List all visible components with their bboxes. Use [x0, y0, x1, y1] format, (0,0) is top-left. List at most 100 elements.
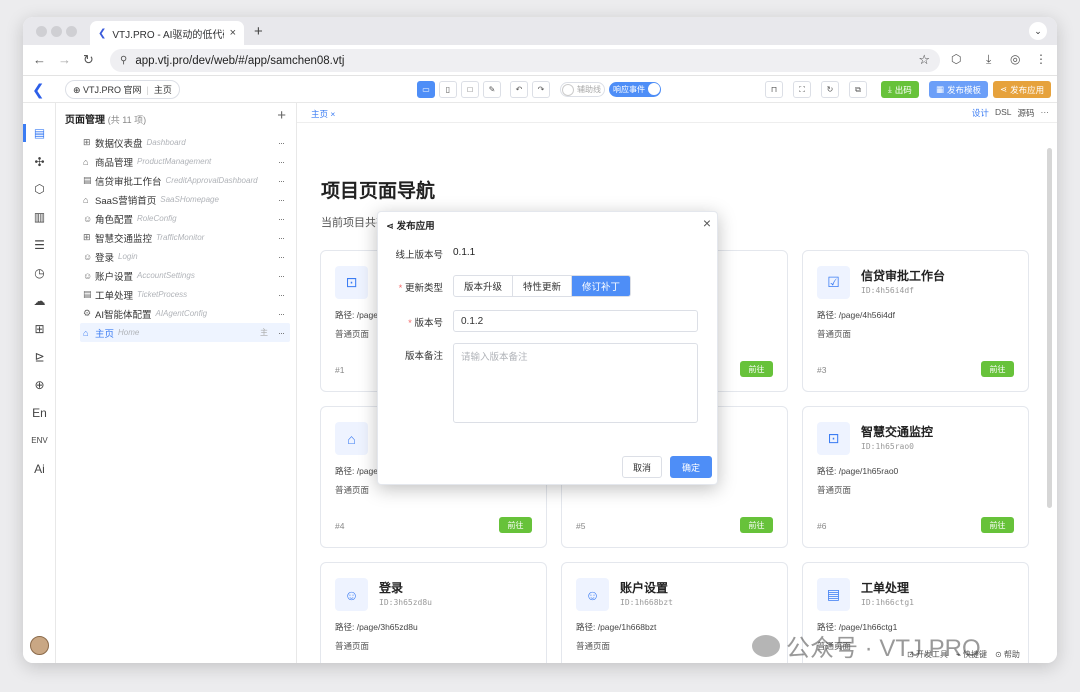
- go-button[interactable]: 前往: [981, 361, 1014, 377]
- close-window-dot[interactable]: [36, 26, 47, 37]
- tablet-view-icon[interactable]: □: [461, 81, 479, 98]
- cancel-button[interactable]: 取消: [622, 456, 662, 478]
- assist-lines-toggle[interactable]: 辅助线: [560, 82, 605, 97]
- page-card[interactable]: ☺ 登录 ID:3h65zd8u 路径: /page/3h65zd8u 普通页面: [320, 562, 547, 663]
- home-icon: ⌂: [83, 327, 89, 338]
- i18n-icon[interactable]: En: [31, 404, 48, 421]
- tab-home[interactable]: 主页 ×: [311, 108, 335, 120]
- add-page-icon[interactable]: +: [277, 107, 286, 124]
- browser-menu-icon[interactable]: ⋮: [1035, 52, 1047, 66]
- export-code-button[interactable]: ⤓ 出码: [881, 81, 919, 98]
- mobile-view-icon[interactable]: ▯: [439, 81, 457, 98]
- minimize-window-dot[interactable]: [51, 26, 62, 37]
- download-icon[interactable]: ⤓: [986, 52, 991, 67]
- app-logo-icon[interactable]: ❮: [32, 81, 45, 99]
- bookmark-star-icon[interactable]: ☆: [918, 52, 930, 68]
- mode-design[interactable]: 设计: [972, 107, 989, 119]
- refresh-icon[interactable]: ↻: [821, 81, 839, 98]
- env-icon[interactable]: ENV: [31, 432, 48, 449]
- zoom-window-dot[interactable]: [66, 26, 77, 37]
- publish-app-button[interactable]: ⋖ 发布应用: [993, 81, 1052, 98]
- more-actions-icon[interactable]: ···: [278, 176, 285, 186]
- more-actions-icon[interactable]: ···: [278, 290, 285, 300]
- tab-close-icon[interactable]: ×: [230, 27, 236, 39]
- layout-icon[interactable]: ▥: [31, 208, 48, 225]
- more-actions-icon[interactable]: ···: [278, 157, 285, 167]
- version-input[interactable]: 0.1.2: [453, 310, 698, 332]
- fullscreen-icon[interactable]: ⛶: [793, 81, 811, 98]
- list-icon[interactable]: ☰: [31, 236, 48, 253]
- pen-icon[interactable]: ✎: [483, 81, 501, 98]
- more-actions-icon[interactable]: ···: [278, 214, 285, 224]
- grid-icon[interactable]: ⊞: [31, 320, 48, 337]
- more-actions-icon[interactable]: ···: [278, 328, 285, 338]
- page-card[interactable]: ⊡ 智慧交通监控 ID:1h65rao0 路径: /page/1h65rao0 普通页面…: [802, 406, 1029, 548]
- page-tree-item[interactable]: ☺ 登录 Login ···: [80, 247, 290, 266]
- page-tree-item[interactable]: ⌂ SaaS营销首页 SaaSHomepage ···: [80, 190, 290, 209]
- browser-tab[interactable]: ❮ VTJ.PRO - AI驱动的低代码开发 ×: [90, 21, 244, 45]
- page-tree: ⊞ 数据仪表盘 Dashboard ··· ⌂ 商品管理 ProductManagement…: [80, 133, 290, 342]
- page-tree-item[interactable]: ⊞ 数据仪表盘 Dashboard ···: [80, 133, 290, 152]
- official-site-link[interactable]: ⊕ VTJ.PRO 官网: [73, 83, 142, 96]
- go-button[interactable]: 前往: [499, 517, 532, 533]
- redo-icon[interactable]: ↷: [532, 81, 550, 98]
- go-button[interactable]: 前往: [740, 517, 773, 533]
- forward-arrow-icon[interactable]: →: [58, 52, 71, 67]
- puzzle-icon[interactable]: ✣: [31, 153, 48, 170]
- go-button[interactable]: 前往: [740, 361, 773, 377]
- type-feature-option[interactable]: 特性更新: [513, 276, 573, 296]
- page-tree-item[interactable]: ⚙ AI智能体配置 AIAgentConfig ···: [80, 304, 290, 323]
- lock-icon[interactable]: ⊓: [765, 81, 783, 98]
- page-tree-item[interactable]: ⊞ 智慧交通监控 TrafficMonitor ···: [80, 228, 290, 247]
- tab-search-chevron-icon[interactable]: ⌄: [1029, 22, 1047, 40]
- page-tree-item[interactable]: ☺ 角色配置 RoleConfig ···: [80, 209, 290, 228]
- site-info-icon[interactable]: ⚲: [120, 55, 127, 66]
- back-arrow-icon[interactable]: ←: [33, 52, 46, 67]
- cloud-icon[interactable]: ☁: [31, 292, 48, 309]
- page-tree-item[interactable]: ☺ 账户设置 AccountSettings ···: [80, 266, 290, 285]
- canvas-scrollbar[interactable]: [1047, 148, 1052, 508]
- pages-icon[interactable]: ▤: [31, 124, 48, 141]
- mode-dsl[interactable]: DSL: [995, 107, 1012, 119]
- publish-template-button[interactable]: ▦ 发布模板: [929, 81, 989, 98]
- extensions-icon[interactable]: ⬡: [951, 52, 961, 66]
- type-patch-option[interactable]: 修订补丁: [572, 276, 631, 296]
- go-button[interactable]: 前往: [981, 517, 1014, 533]
- more-options-icon[interactable]: ···: [1041, 107, 1050, 119]
- more-actions-icon[interactable]: ···: [278, 252, 285, 262]
- page-tree-item[interactable]: ▤ 信贷审批工作台 CreditApprovalDashboard ···: [80, 171, 290, 190]
- page-tree-item[interactable]: ▤ 工单处理 TicketProcess ···: [80, 285, 290, 304]
- mode-source[interactable]: 源码: [1017, 107, 1034, 119]
- type-major-option[interactable]: 版本升级: [454, 276, 514, 296]
- more-actions-icon[interactable]: ···: [278, 138, 285, 148]
- more-actions-icon[interactable]: ···: [278, 233, 285, 243]
- edit-box-icon[interactable]: ⊵: [31, 348, 48, 365]
- globe-icon[interactable]: ⊕: [31, 376, 48, 393]
- help-link[interactable]: ⊙ 帮助: [995, 649, 1020, 660]
- page-tree-item[interactable]: ⌂ 商品管理 ProductManagement ···: [80, 152, 290, 171]
- avatar[interactable]: [30, 636, 49, 655]
- home-link[interactable]: 主页: [154, 83, 172, 96]
- url-field[interactable]: ⚲ app.vtj.pro/dev/web/#/app/samchen08.vt…: [110, 49, 940, 72]
- response-events-toggle[interactable]: 响应事件: [609, 82, 661, 97]
- desktop-view-icon[interactable]: ▭: [417, 81, 435, 98]
- more-actions-icon[interactable]: ···: [278, 195, 285, 205]
- confirm-button[interactable]: 确定: [670, 456, 712, 478]
- ai-icon[interactable]: Ai: [31, 460, 48, 477]
- page-card[interactable]: ☑ 信贷审批工作台 ID:4h56i4df 路径: /page/4h56i4df 普通页…: [802, 250, 1029, 392]
- close-icon[interactable]: ×: [703, 215, 711, 231]
- cube-icon[interactable]: ⬡: [31, 180, 48, 197]
- home-icon: ⌂: [335, 422, 368, 455]
- page-tree-item[interactable]: ⌂ 主页 Home 主 ···: [80, 323, 290, 342]
- profile-icon[interactable]: ◎: [1010, 52, 1020, 66]
- undo-icon[interactable]: ↶: [510, 81, 528, 98]
- new-tab-button[interactable]: +: [254, 23, 263, 40]
- vtj-logo-icon: ❮: [98, 27, 107, 39]
- history-icon[interactable]: ◷: [31, 264, 48, 281]
- user-icon: ☺: [83, 251, 93, 262]
- more-actions-icon[interactable]: ···: [278, 271, 285, 281]
- preview-icon[interactable]: ⧉: [849, 81, 867, 98]
- more-actions-icon[interactable]: ···: [278, 309, 285, 319]
- version-note-textarea[interactable]: 请输入版本备注: [453, 343, 698, 423]
- reload-icon[interactable]: ↻: [83, 52, 94, 68]
